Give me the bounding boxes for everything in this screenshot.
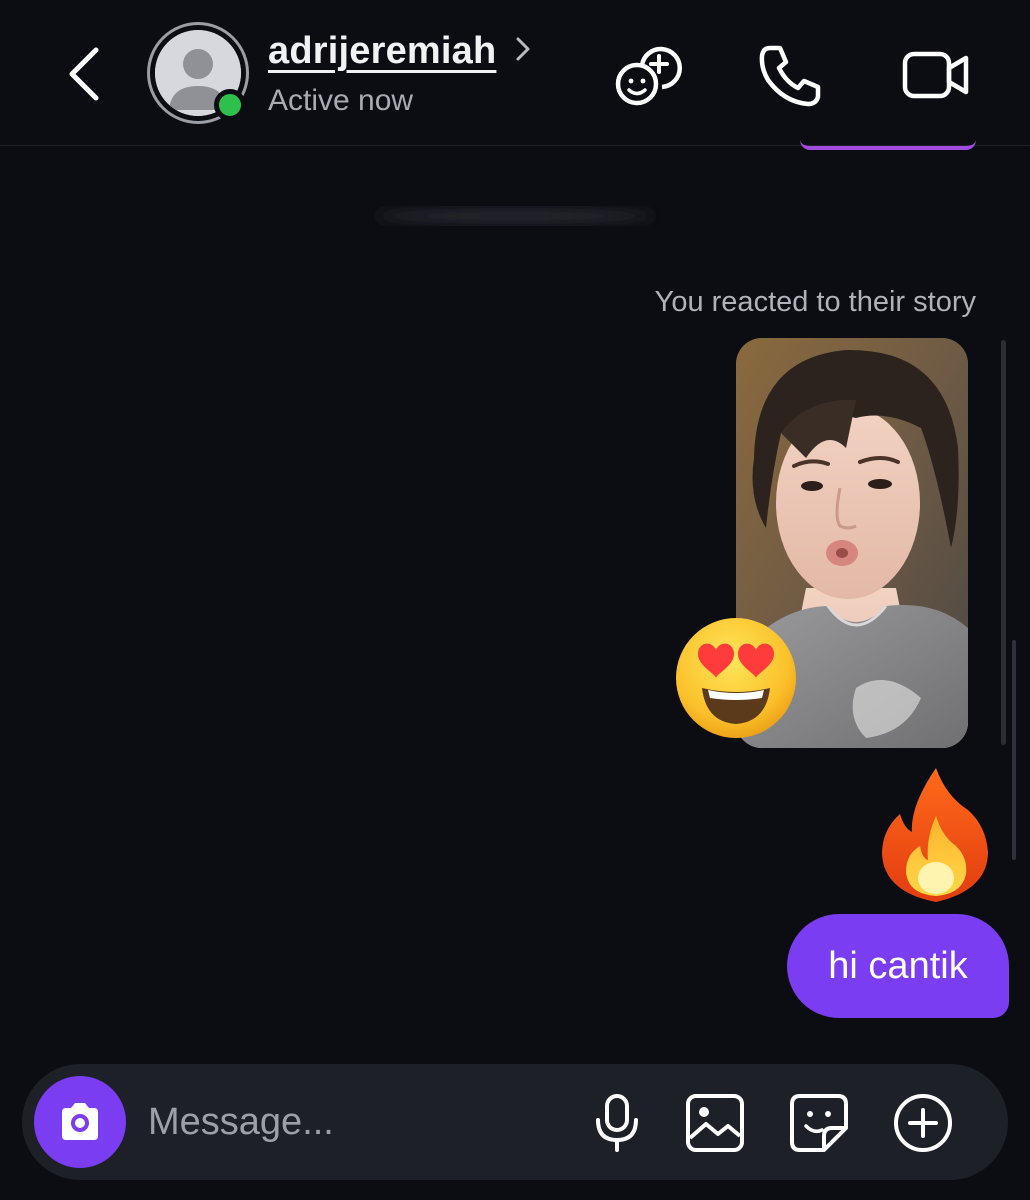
- back-chevron-icon[interactable]: [60, 44, 110, 104]
- camera-button[interactable]: [34, 1076, 126, 1168]
- active-status: Active now: [268, 84, 414, 117]
- chat-header: adrijeremiah Active now: [0, 0, 1030, 146]
- chevron-right-icon[interactable]: [514, 35, 532, 63]
- gallery-icon[interactable]: [684, 1092, 746, 1154]
- online-status-dot: [214, 89, 246, 121]
- sticker-icon[interactable]: [788, 1092, 850, 1154]
- phone-icon[interactable]: [756, 40, 826, 110]
- fire-emoji-icon: [882, 768, 988, 902]
- microphone-icon[interactable]: [586, 1092, 648, 1154]
- username[interactable]: adrijeremiah: [268, 30, 496, 73]
- message-input[interactable]: [148, 1094, 548, 1150]
- video-camera-icon[interactable]: [900, 40, 970, 110]
- sent-message-text: hi cantik: [828, 944, 968, 987]
- story-reaction-label: You reacted to their story: [654, 286, 976, 318]
- camera-icon: [62, 1103, 98, 1140]
- scrollbar-thumb[interactable]: [1012, 640, 1016, 860]
- previous-message-edge: [800, 140, 976, 150]
- blurred-content: [375, 208, 655, 224]
- plus-icon[interactable]: [892, 1092, 954, 1154]
- profile-link[interactable]: adrijeremiah: [268, 30, 532, 73]
- scrollbar-track[interactable]: [1001, 340, 1006, 745]
- sent-message-bubble[interactable]: hi cantik: [787, 914, 1009, 1018]
- message-composer: [22, 1064, 1008, 1180]
- heart-eyes-emoji-icon: [676, 618, 796, 738]
- add-friends-icon[interactable]: [612, 40, 682, 110]
